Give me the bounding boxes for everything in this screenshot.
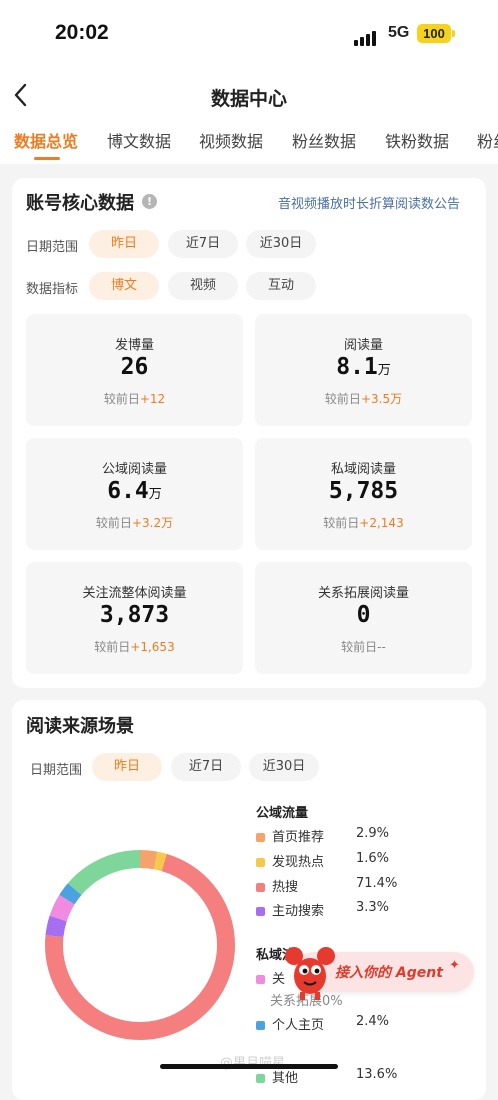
compare-label: 较前日 [324, 392, 361, 406]
metric-value: 6.4 [107, 478, 149, 504]
tab-active-indicator [34, 157, 60, 160]
agent-button-label[interactable]: 接入你的 Agent [335, 962, 443, 982]
metric-card-relation-expansion-reads[interactable]: 关系拓展阅读量 0 较前日-- [255, 562, 472, 674]
core-data-title: 账号核心数据 [26, 193, 134, 214]
sparkle-icon: ✦ [449, 958, 460, 973]
metric-label: 公域阅读量 [101, 462, 167, 477]
metric-delta: +1,653 [130, 640, 175, 654]
metric-value: 0 [356, 602, 371, 628]
legend-name: 首页推荐 [272, 830, 325, 845]
public-traffic-label: 公域流量 [256, 806, 309, 821]
tab-post-data[interactable]: 博文数据 [107, 128, 171, 152]
metric-delta: +12 [139, 392, 166, 406]
metric-label: 关系拓展阅读量 [317, 586, 409, 601]
metric-card-public-reads[interactable]: 公域阅读量 6.4万 较前日+3.2万 [26, 438, 243, 550]
source-date-option-yesterday[interactable]: 昨日 [92, 753, 162, 781]
status-time: 20:02 [55, 21, 109, 44]
legend-item-discover-hot: 发现热点 1.6% [256, 851, 456, 870]
legend-item-personal-homepage: 个人主页 2.4% [256, 1014, 456, 1033]
compare-label: 较前日 [341, 640, 378, 654]
battery-tip [452, 30, 455, 37]
donut-segments [45, 850, 235, 1040]
legend-pct: 3.3% [356, 900, 390, 915]
legend-swatch [256, 1021, 265, 1030]
legend-item-homepage-recommend: 首页推荐 2.9% [256, 826, 456, 845]
metric-option-video[interactable]: 视频 [168, 272, 238, 300]
metric-label: 发博量 [114, 338, 154, 353]
legend-pct: 1.6% [356, 851, 390, 866]
tab-video-data[interactable]: 视频数据 [199, 128, 263, 152]
tab-overview[interactable]: 数据总览 [14, 128, 78, 152]
donut-segment-1[interactable] [153, 851, 167, 872]
network-label: 5G [388, 24, 410, 41]
legend-item-active-search: 主动搜索 3.3% [256, 900, 456, 919]
date-option-7d[interactable]: 近7日 [168, 230, 238, 258]
date-option-30d[interactable]: 近30日 [246, 230, 316, 258]
date-range-label: 日期范围 [26, 240, 79, 255]
battery-icon: 100 [417, 24, 451, 43]
compare-label: 较前日 [323, 516, 360, 530]
tab-fans-data[interactable]: 粉丝数据 [292, 128, 356, 152]
metric-value: 3,873 [99, 602, 170, 628]
signal-icon [354, 27, 378, 46]
tab-bar: 数据总览 博文数据 视频数据 粉丝数据 铁粉数据 粉丝 [0, 128, 498, 164]
metric-label: 关注流整体阅读量 [82, 586, 187, 601]
donut-segment-4[interactable] [49, 894, 75, 922]
donut-segment-6[interactable] [67, 850, 141, 896]
legend-swatch [256, 907, 265, 916]
page-title: 数据中心 [210, 88, 287, 110]
compare-label: 较前日 [95, 516, 132, 530]
legend-swatch [256, 975, 265, 984]
legend-item-other: 其他 13.6% [256, 1067, 456, 1086]
legend-name: 发现热点 [272, 855, 325, 870]
metric-option-post[interactable]: 博文 [89, 272, 159, 300]
metric-delta: -- [377, 640, 386, 654]
metric-card-follow-feed-reads[interactable]: 关注流整体阅读量 3,873 较前日+1,653 [26, 562, 243, 674]
metric-card-private-reads[interactable]: 私域阅读量 5,785 较前日+2,143 [255, 438, 472, 550]
metric-delta: +3.2万 [131, 516, 174, 530]
donut-segment-0[interactable] [139, 850, 158, 870]
legend-item-hot-search: 热搜 71.4% [256, 876, 456, 895]
metric-value: 8.1 [336, 354, 378, 380]
donut-segment-5[interactable] [59, 883, 82, 905]
legend-swatch [256, 883, 265, 892]
metric-card-posts[interactable]: 发博量 26 较前日+12 [26, 314, 243, 426]
tab-fans-more[interactable]: 粉丝 [477, 128, 498, 152]
date-option-yesterday[interactable]: 昨日 [89, 230, 159, 258]
metric-card-reads[interactable]: 阅读量 8.1万 较前日+3.5万 [255, 314, 472, 426]
legend-swatch [256, 858, 265, 867]
read-source-donut-chart [45, 850, 235, 1040]
compare-label: 较前日 [94, 640, 131, 654]
legend-pct: 71.4% [356, 876, 398, 891]
info-icon[interactable]: ! [142, 194, 157, 209]
legend-swatch [256, 1074, 265, 1083]
source-date-option-30d[interactable]: 近30日 [249, 753, 319, 781]
legend-name: 其他 [272, 1071, 299, 1086]
metric-label: 私域阅读量 [330, 462, 396, 477]
metric-unit: 万 [377, 363, 391, 378]
legend-pct: 2.9% [356, 826, 390, 841]
metric-delta: +3.5万 [360, 392, 403, 406]
donut-segment-3[interactable] [45, 915, 67, 938]
legend-swatch [256, 833, 265, 842]
legend-name: 主动搜索 [272, 904, 325, 919]
lobster-mascot-icon[interactable] [282, 942, 338, 1000]
compare-label: 较前日 [103, 392, 140, 406]
home-indicator[interactable] [160, 1064, 338, 1069]
source-date-range-label: 日期范围 [30, 763, 83, 778]
read-source-title: 阅读来源场景 [26, 716, 134, 737]
metric-unit: 万 [148, 487, 162, 502]
tab-iron-fans-data[interactable]: 铁粉数据 [385, 128, 449, 152]
metric-label: 数据指标 [26, 282, 79, 297]
source-date-option-7d[interactable]: 近7日 [171, 753, 241, 781]
legend-pct: 2.4% [356, 1014, 390, 1029]
metric-value: 26 [120, 354, 149, 380]
metric-value: 5,785 [328, 478, 399, 504]
read-count-notice-link[interactable]: 音视频播放时长折算阅读数公告 [278, 193, 460, 212]
legend-name: 热搜 [272, 880, 299, 895]
metric-label: 阅读量 [343, 338, 383, 353]
legend-name: 个人主页 [272, 1018, 325, 1033]
metric-option-interaction[interactable]: 互动 [246, 272, 316, 300]
metric-delta: +2,143 [359, 516, 404, 530]
